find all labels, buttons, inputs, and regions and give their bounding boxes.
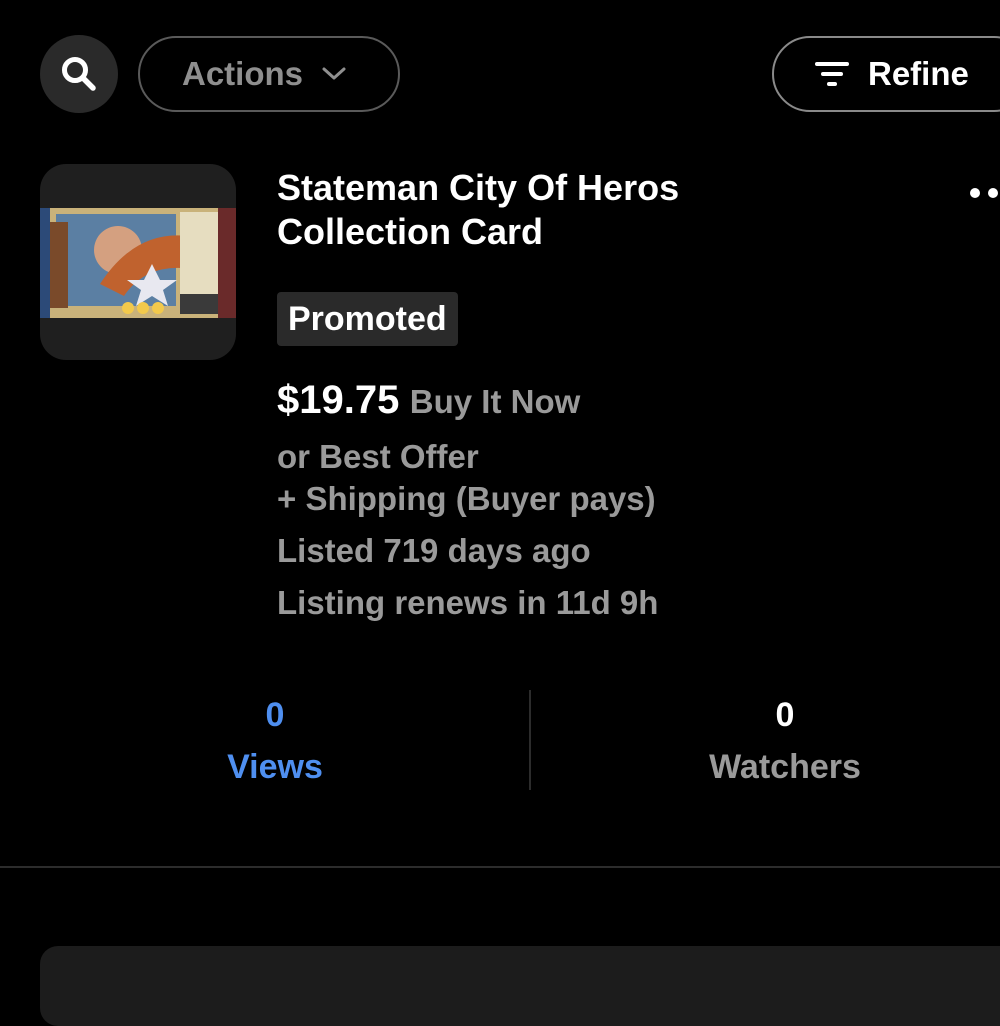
refine-label: Refine (868, 55, 969, 92)
actions-dropdown[interactable]: Actions (138, 36, 400, 112)
listing-title-line2: Collection Card (277, 211, 544, 252)
price: $19.75 (277, 378, 400, 422)
listing-title[interactable]: Stateman City Of Heros Collection Card (277, 166, 917, 254)
price-line: $19.75 Buy It Now (277, 378, 580, 423)
chevron-down-icon (322, 67, 346, 80)
more-options-icon[interactable] (968, 186, 1000, 200)
search-button[interactable] (40, 35, 118, 113)
refine-button[interactable]: Refine (772, 36, 1000, 112)
views-count: 0 (265, 696, 285, 734)
stats-divider (529, 690, 531, 790)
watchers-stat[interactable]: 0 Watchers (635, 694, 935, 788)
listed-age: Listed 719 days ago (277, 532, 591, 569)
renewal-info: Listing renews in 11d 9h (277, 584, 659, 621)
views-label: Views (227, 748, 323, 786)
shipping-text: + Shipping (Buyer pays) (277, 480, 656, 517)
search-icon (62, 57, 96, 91)
views-stat[interactable]: 0 Views (125, 694, 425, 788)
filter-icon (815, 62, 849, 86)
watchers-label: Watchers (709, 748, 861, 786)
promoted-badge: Promoted (277, 292, 458, 346)
actions-label: Actions (182, 55, 304, 92)
best-offer-text: or Best Offer (277, 438, 479, 475)
next-card[interactable] (40, 946, 1000, 1026)
listing-thumbnail[interactable] (40, 164, 236, 360)
listing-title-line1: Stateman City Of Heros (277, 167, 680, 208)
watchers-count: 0 (775, 696, 795, 734)
section-divider (0, 866, 1000, 868)
trading-card-image (40, 208, 236, 318)
listing-format: Buy It Now (409, 383, 581, 420)
